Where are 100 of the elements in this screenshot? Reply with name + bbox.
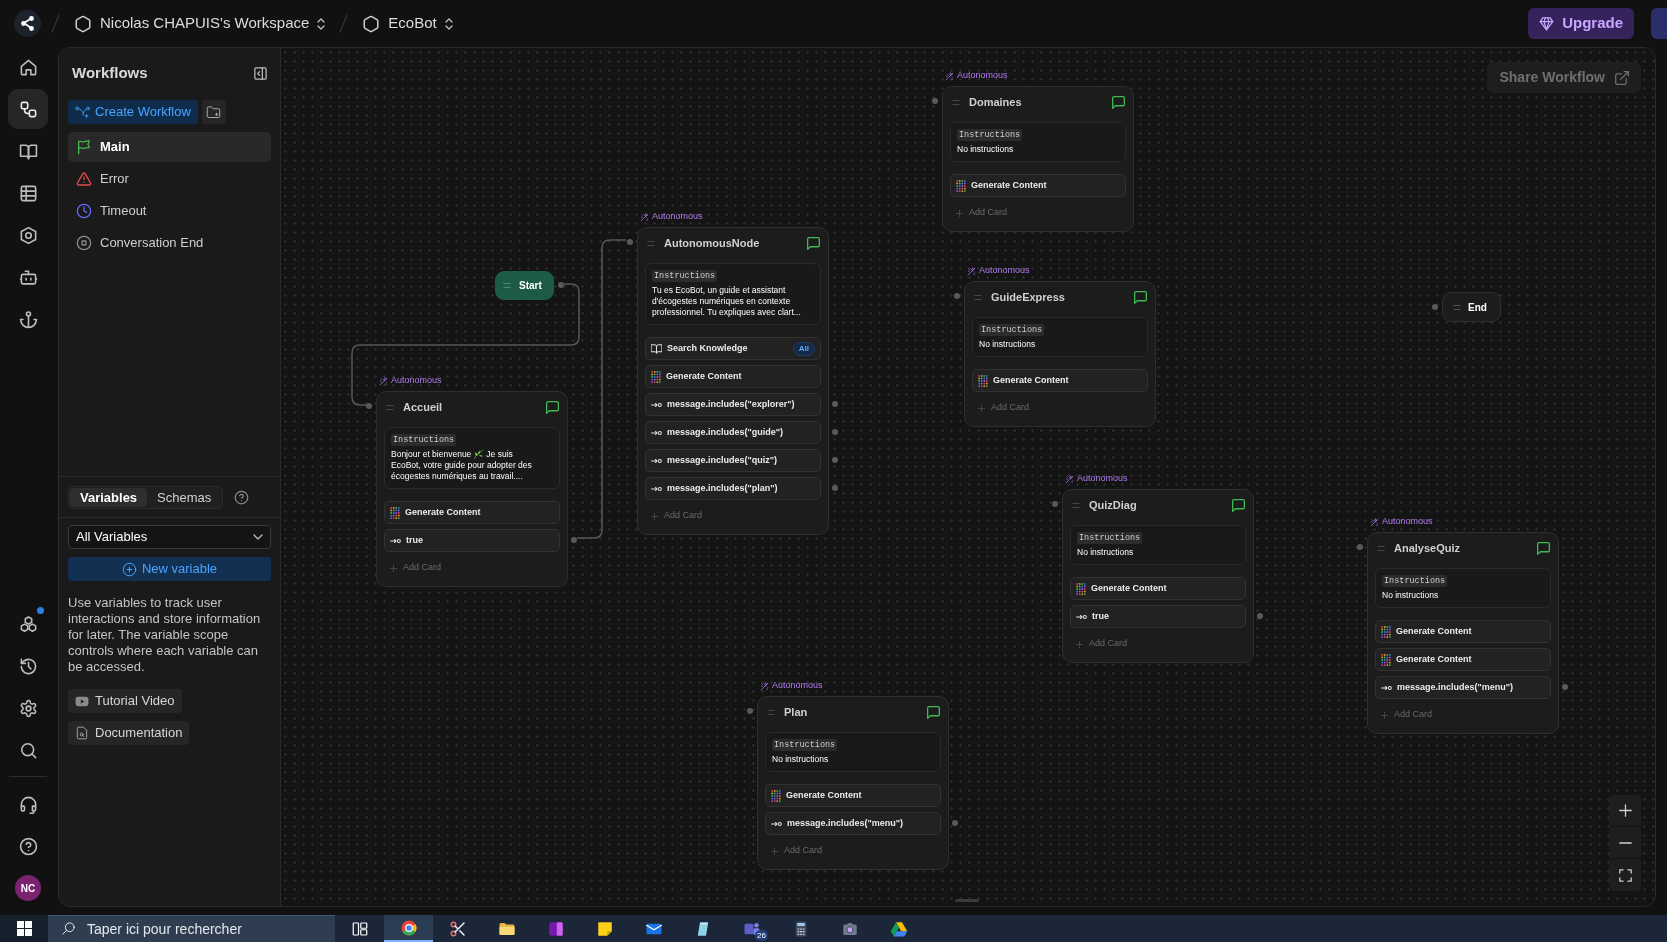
node-type-label: Autonomous	[979, 264, 1030, 278]
dot-grid-icon	[956, 179, 966, 192]
node-type-label: Autonomous	[652, 210, 703, 224]
instructions-text: Bonjour et bienvenue	[391, 449, 472, 460]
drag-handle-icon	[1072, 502, 1080, 508]
generate-content-card[interactable]: Generate Content	[384, 501, 560, 524]
new-folder-button[interactable]	[201, 100, 226, 124]
help-icon	[18, 836, 38, 856]
node-title: Domaines	[969, 94, 1022, 110]
chat-bubble-icon[interactable]	[927, 705, 940, 719]
arrow-circle-icon	[390, 537, 401, 544]
upgrade-button[interactable]: Upgrade	[1528, 8, 1634, 39]
count-badge: 26	[755, 930, 768, 941]
nav-button[interactable]	[8, 89, 48, 129]
sticky-note-icon	[595, 919, 614, 938]
folder-plus-icon	[206, 104, 222, 120]
warning-icon	[76, 171, 92, 187]
workflow-item[interactable]: Conversation End	[68, 228, 271, 258]
workflow-item[interactable]: Error	[68, 164, 271, 194]
resize-handle-icon[interactable]	[955, 899, 979, 902]
taskbar-app-button[interactable]: 26	[727, 915, 776, 942]
generate-content-card[interactable]: Generate Content	[950, 174, 1126, 197]
generate-content-card[interactable]: Generate Content	[1070, 577, 1246, 600]
share-nodes-icon	[14, 10, 41, 37]
stop-circle-icon	[76, 235, 92, 251]
breadcrumb-button[interactable]: Nicolas CHAPUIS's Workspace	[70, 8, 330, 39]
document-search-icon	[75, 726, 89, 740]
chat-bubble-icon[interactable]	[1537, 541, 1550, 555]
node-title: End	[1468, 300, 1487, 315]
robot-icon	[18, 267, 38, 287]
chat-bubble-icon[interactable]	[1134, 290, 1147, 304]
arrow-circle-icon	[1076, 613, 1087, 620]
instructions-label: Instructions	[1077, 532, 1143, 544]
create-workflow-button[interactable]: Create Workflow	[68, 100, 198, 124]
chevrons-up-down-icon	[444, 17, 453, 30]
magic-wand-icon	[945, 71, 954, 81]
fullscreen-icon	[1618, 868, 1632, 882]
gem-icon	[1539, 16, 1555, 31]
node-title: QuizDiag	[1089, 497, 1137, 513]
tab[interactable]: Schemas	[147, 487, 222, 507]
search-field[interactable]: Taper ici pour rechercher	[48, 915, 335, 942]
plus-icon	[771, 847, 778, 855]
scope-badge: All	[792, 341, 815, 356]
book-icon	[651, 343, 662, 354]
hexagon-ring-icon	[18, 225, 38, 245]
external-link-icon	[1615, 70, 1629, 85]
instructions-label: Instructions	[957, 129, 1023, 141]
instructions-label: Instructions	[772, 739, 838, 751]
plus-icon	[1076, 640, 1083, 648]
help-text: Use variables to track user interactions and store information for later. The variable scope controls where each variable can be accessed.	[68, 595, 262, 675]
node-type-label: Autonomous	[1077, 472, 1128, 486]
search-icon	[18, 740, 38, 760]
node-title: Accueil	[403, 399, 443, 415]
instructions-text: Tu es EcoBot, un guide et assistant d'écogestes numériques en contexte professionnel. Tu expliques avec clart...	[652, 285, 802, 318]
chat-bubble-icon[interactable]	[1112, 95, 1125, 109]
instructions-text: No instructions	[957, 144, 1014, 155]
windows-logo-icon	[16, 921, 32, 936]
arrow-circle-icon	[771, 820, 782, 827]
node-type-label: Autonomous	[957, 69, 1008, 83]
resource-link[interactable]: Documentation	[68, 721, 190, 745]
chat-bubble-icon[interactable]	[807, 236, 820, 250]
generate-content-card[interactable]: Generate Content	[972, 369, 1148, 392]
drag-handle-icon	[974, 294, 982, 300]
branch-plus-icon	[75, 105, 90, 119]
instructions-label: Instructions	[652, 270, 718, 282]
chat-bubble-icon[interactable]	[1232, 498, 1245, 512]
workflow-item[interactable]: Main	[68, 132, 271, 162]
workflow-item[interactable]: Timeout	[68, 196, 271, 226]
dot-grid-icon	[1076, 582, 1086, 595]
help-icon[interactable]	[234, 489, 250, 505]
start-button[interactable]	[0, 915, 48, 942]
taskbar-app-button[interactable]	[384, 915, 433, 942]
notebook-tile-icon	[546, 919, 565, 938]
chevron-down-icon	[253, 534, 263, 540]
arrow-circle-icon	[1381, 684, 1392, 691]
plus-icon	[651, 512, 658, 520]
new-variable-button[interactable]: New variable	[68, 557, 271, 581]
generate-content-card[interactable]: Generate Content	[1375, 648, 1551, 671]
resource-link[interactable]: Tutorial Video	[68, 689, 182, 713]
instructions-label: Instructions	[979, 324, 1045, 336]
user-avatar[interactable]: NC	[15, 875, 41, 901]
drag-handle-icon	[647, 240, 655, 246]
magic-wand-icon	[967, 266, 976, 276]
chat-bubble-icon[interactable]	[546, 400, 559, 414]
generate-content-card[interactable]: Generate Content	[645, 365, 821, 388]
collapse-panel-icon[interactable]	[253, 65, 268, 81]
generate-content-card[interactable]: Generate Content	[1375, 620, 1551, 643]
magic-wand-icon	[760, 681, 769, 691]
breadcrumb-button[interactable]: EcoBot	[358, 8, 457, 39]
headset-icon	[18, 794, 38, 814]
tab[interactable]: Variables	[70, 487, 148, 507]
node-type-label: Autonomous	[1382, 515, 1433, 529]
arrow-circle-icon	[651, 401, 662, 408]
variable-filter-select[interactable]: All Variables	[68, 525, 271, 549]
node-type-label: Autonomous	[772, 679, 823, 693]
search-knowledge-card[interactable]: Search Knowledge All	[645, 337, 821, 360]
generate-content-card[interactable]: Generate Content	[765, 784, 941, 807]
node-title: GuideExpress	[991, 289, 1065, 305]
clock-icon	[76, 203, 92, 219]
dot-grid-icon	[390, 506, 400, 519]
